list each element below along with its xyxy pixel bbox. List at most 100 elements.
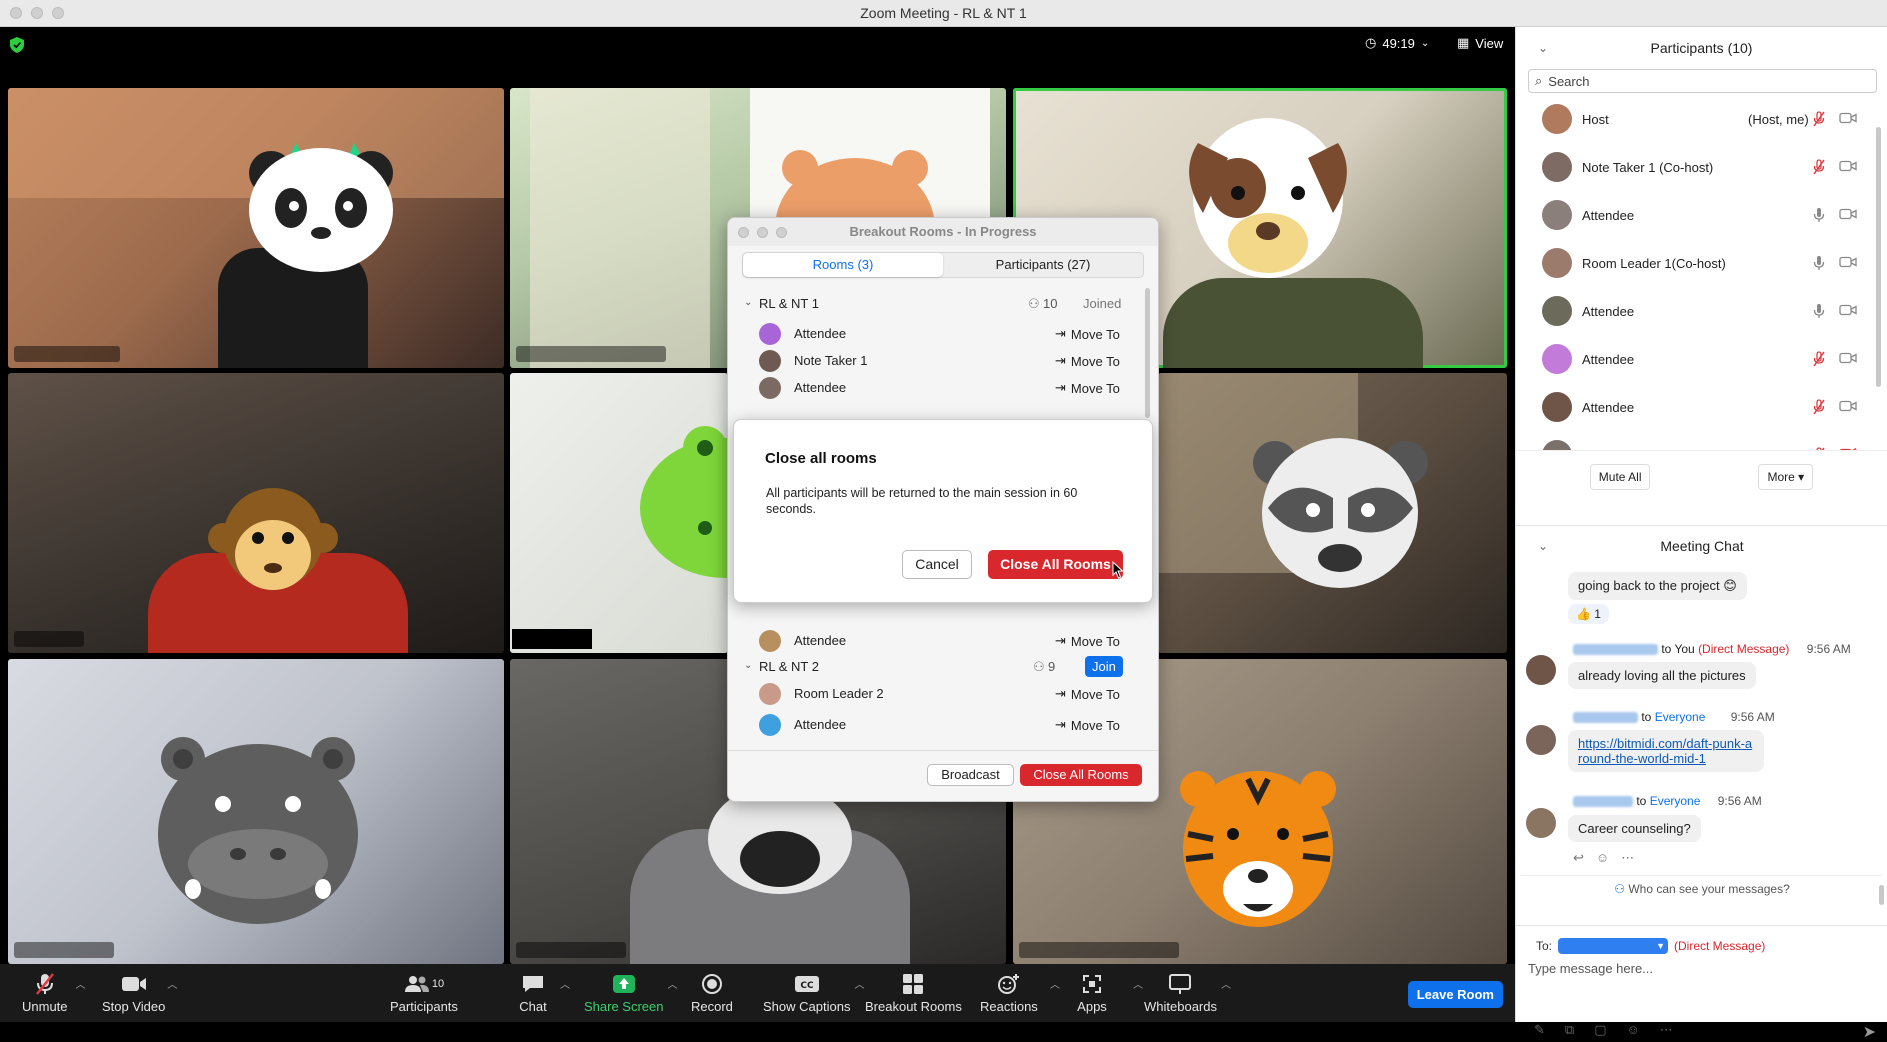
breakout-scrollbar[interactable] — [1145, 288, 1150, 418]
room-header-rl-nt-1[interactable]: ⌄ RL & NT 1 ⚇ 10 Joined — [728, 291, 1148, 319]
video-camera-icon[interactable] — [1839, 304, 1857, 316]
chevron-down-icon[interactable]: ⌄ — [1538, 27, 1548, 69]
chevron-up-icon[interactable]: ︿ — [854, 976, 864, 991]
chevron-up-icon[interactable]: ︿ — [560, 976, 570, 991]
video-tile-raccoon[interactable] — [1158, 373, 1507, 653]
chevron-down-icon[interactable]: ⌄ — [1538, 526, 1548, 566]
video-camera-icon[interactable] — [1839, 112, 1857, 124]
who-can-see-link[interactable]: ⚇ Who can see your messages? — [1516, 882, 1887, 896]
microphone-icon[interactable] — [1812, 207, 1826, 223]
video-camera-icon[interactable] — [1839, 256, 1857, 268]
microphone-muted-icon[interactable] — [1812, 447, 1826, 450]
reaction-badge[interactable]: 👍 1 — [1568, 604, 1609, 624]
format-icon[interactable]: ✎ — [1534, 1022, 1545, 1038]
share-screen-button[interactable]: Share Screen ︿ — [584, 972, 678, 1014]
chat-message-bubble: Career counseling? — [1568, 815, 1701, 842]
video-camera-icon[interactable] — [1839, 400, 1857, 412]
more-button[interactable]: More ▾ — [1758, 463, 1814, 490]
member-name: Note Taker 1 — [794, 353, 868, 368]
chat-link[interactable]: https://bitmidi.com/daft-punk-around-the… — [1578, 736, 1752, 766]
apps-button[interactable]: Apps ︿ — [1077, 972, 1143, 1014]
video-tile-panda[interactable] — [8, 88, 504, 368]
video-tile-monkey[interactable] — [8, 373, 504, 653]
view-button[interactable]: ▦ View — [1457, 35, 1503, 51]
participant-row[interactable]: Attendee — [1516, 287, 1887, 335]
microphone-muted-icon[interactable] — [1812, 351, 1826, 367]
leave-room-button[interactable]: Leave Room — [1407, 981, 1503, 1008]
zoom-window-button[interactable] — [776, 227, 787, 238]
chevron-up-icon[interactable]: ︿ — [1221, 976, 1231, 991]
chevron-up-icon[interactable]: ︿ — [1133, 976, 1143, 991]
reply-icon[interactable]: ↩ — [1573, 850, 1584, 866]
cancel-button[interactable]: Cancel — [902, 550, 972, 579]
show-captions-button[interactable]: CC Show Captions ︿ — [763, 972, 864, 1014]
chevron-up-icon[interactable]: ︿ — [167, 976, 177, 991]
participant-row[interactable]: Room Leader 1(Co-host) — [1516, 239, 1887, 287]
move-to-button[interactable]: ⇥ Move To — [1055, 717, 1120, 733]
chat-message-input[interactable]: Type message here... — [1528, 961, 1653, 976]
participant-row[interactable]: Note Taker 1 (Co-host) — [1516, 143, 1887, 191]
broadcast-button[interactable]: Broadcast — [927, 764, 1014, 786]
stop-video-button[interactable]: Stop Video ︿ — [102, 972, 177, 1014]
unmute-button[interactable]: Unmute ︿ — [22, 972, 86, 1014]
record-button[interactable]: Record — [691, 972, 733, 1014]
chat-scrollbar[interactable] — [1879, 885, 1884, 905]
move-to-button[interactable]: ⇥ Move To — [1055, 633, 1120, 649]
microphone-icon[interactable] — [1812, 255, 1826, 271]
chevron-down-icon: ⌄ — [744, 660, 753, 671]
microphone-muted-icon[interactable] — [1812, 159, 1826, 175]
video-camera-icon[interactable] — [1839, 160, 1857, 172]
participant-row[interactable]: Attendee — [1516, 191, 1887, 239]
chat-button[interactable]: Chat ︿ — [518, 972, 570, 1014]
move-to-button[interactable]: ⇥ Move To — [1055, 380, 1120, 396]
video-tile-frog[interactable] — [510, 373, 728, 653]
close-all-rooms-button[interactable]: Close All Rooms — [1020, 764, 1142, 786]
security-shield-icon[interactable] — [10, 37, 24, 53]
more-options-icon[interactable]: ⋯ — [1660, 1022, 1673, 1038]
screenshot-icon[interactable]: ⧉ — [1565, 1022, 1574, 1038]
breakout-rooms-button[interactable]: Breakout Rooms — [865, 972, 962, 1014]
participants-search-input[interactable]: ⌕ Search — [1528, 69, 1877, 93]
participants-header: ⌄ Participants (10) — [1516, 27, 1887, 69]
video-off-icon[interactable] — [1839, 448, 1857, 450]
join-button[interactable]: Join — [1085, 656, 1123, 677]
microphone-icon[interactable] — [1812, 303, 1826, 319]
recipient-dropdown[interactable]: ▼ — [1558, 938, 1669, 954]
participant-row[interactable]: Attendee — [1516, 431, 1887, 450]
add-reaction-icon[interactable]: ☺ — [1596, 850, 1609, 866]
emoji-icon[interactable]: ☺ — [1627, 1022, 1640, 1038]
video-camera-icon[interactable] — [1839, 208, 1857, 220]
confirm-close-all-rooms-button[interactable]: Close All Rooms — [988, 550, 1123, 579]
send-icon[interactable]: ➤ — [1863, 1022, 1876, 1042]
participant-row[interactable]: Attendee — [1516, 383, 1887, 431]
microphone-muted-icon[interactable] — [1812, 111, 1826, 127]
participants-button[interactable]: 10 Participants — [390, 972, 458, 1014]
meeting-timer[interactable]: ◷ 49:19 ⌄ — [1365, 35, 1429, 51]
chevron-up-icon[interactable]: ︿ — [76, 976, 86, 991]
file-icon[interactable]: ▢ — [1594, 1022, 1606, 1038]
move-to-button[interactable]: ⇥ Move To — [1055, 326, 1120, 342]
reactions-button[interactable]: Reactions ︿ — [980, 972, 1060, 1014]
move-to-button[interactable]: ⇥ Move To — [1055, 353, 1120, 369]
microphone-muted-icon[interactable] — [1812, 399, 1826, 415]
svg-text:CC: CC — [800, 981, 814, 991]
more-options-icon[interactable]: ⋯ — [1621, 850, 1634, 866]
chat-message-header: to Everyone 9:56 AM — [1573, 710, 1775, 724]
person-icon: ⚇ — [1033, 659, 1045, 674]
whiteboards-button[interactable]: Whiteboards ︿ — [1144, 972, 1231, 1014]
video-tile-hippo[interactable] — [8, 659, 504, 964]
participants-scrollbar[interactable] — [1876, 127, 1881, 387]
video-camera-icon[interactable] — [1839, 352, 1857, 364]
participant-row[interactable]: Host (Host, me) — [1516, 95, 1887, 143]
chevron-up-icon[interactable]: ︿ — [668, 976, 678, 991]
tab-participants[interactable]: Participants (27) — [943, 253, 1143, 277]
mute-all-button[interactable]: Mute All — [1589, 463, 1651, 490]
tab-rooms[interactable]: Rooms (3) — [743, 253, 943, 277]
composer-tools: ✎ ⧉ ▢ ☺ ⋯ — [1534, 1022, 1673, 1038]
participant-row[interactable]: Attendee — [1516, 335, 1887, 383]
close-window-button[interactable] — [738, 227, 749, 238]
chevron-up-icon[interactable]: ︿ — [1050, 976, 1060, 991]
minimize-window-button[interactable] — [757, 227, 768, 238]
move-to-button[interactable]: ⇥ Move To — [1055, 686, 1120, 702]
recipient-selector[interactable]: To: ▼ (Direct Message) — [1536, 938, 1765, 954]
